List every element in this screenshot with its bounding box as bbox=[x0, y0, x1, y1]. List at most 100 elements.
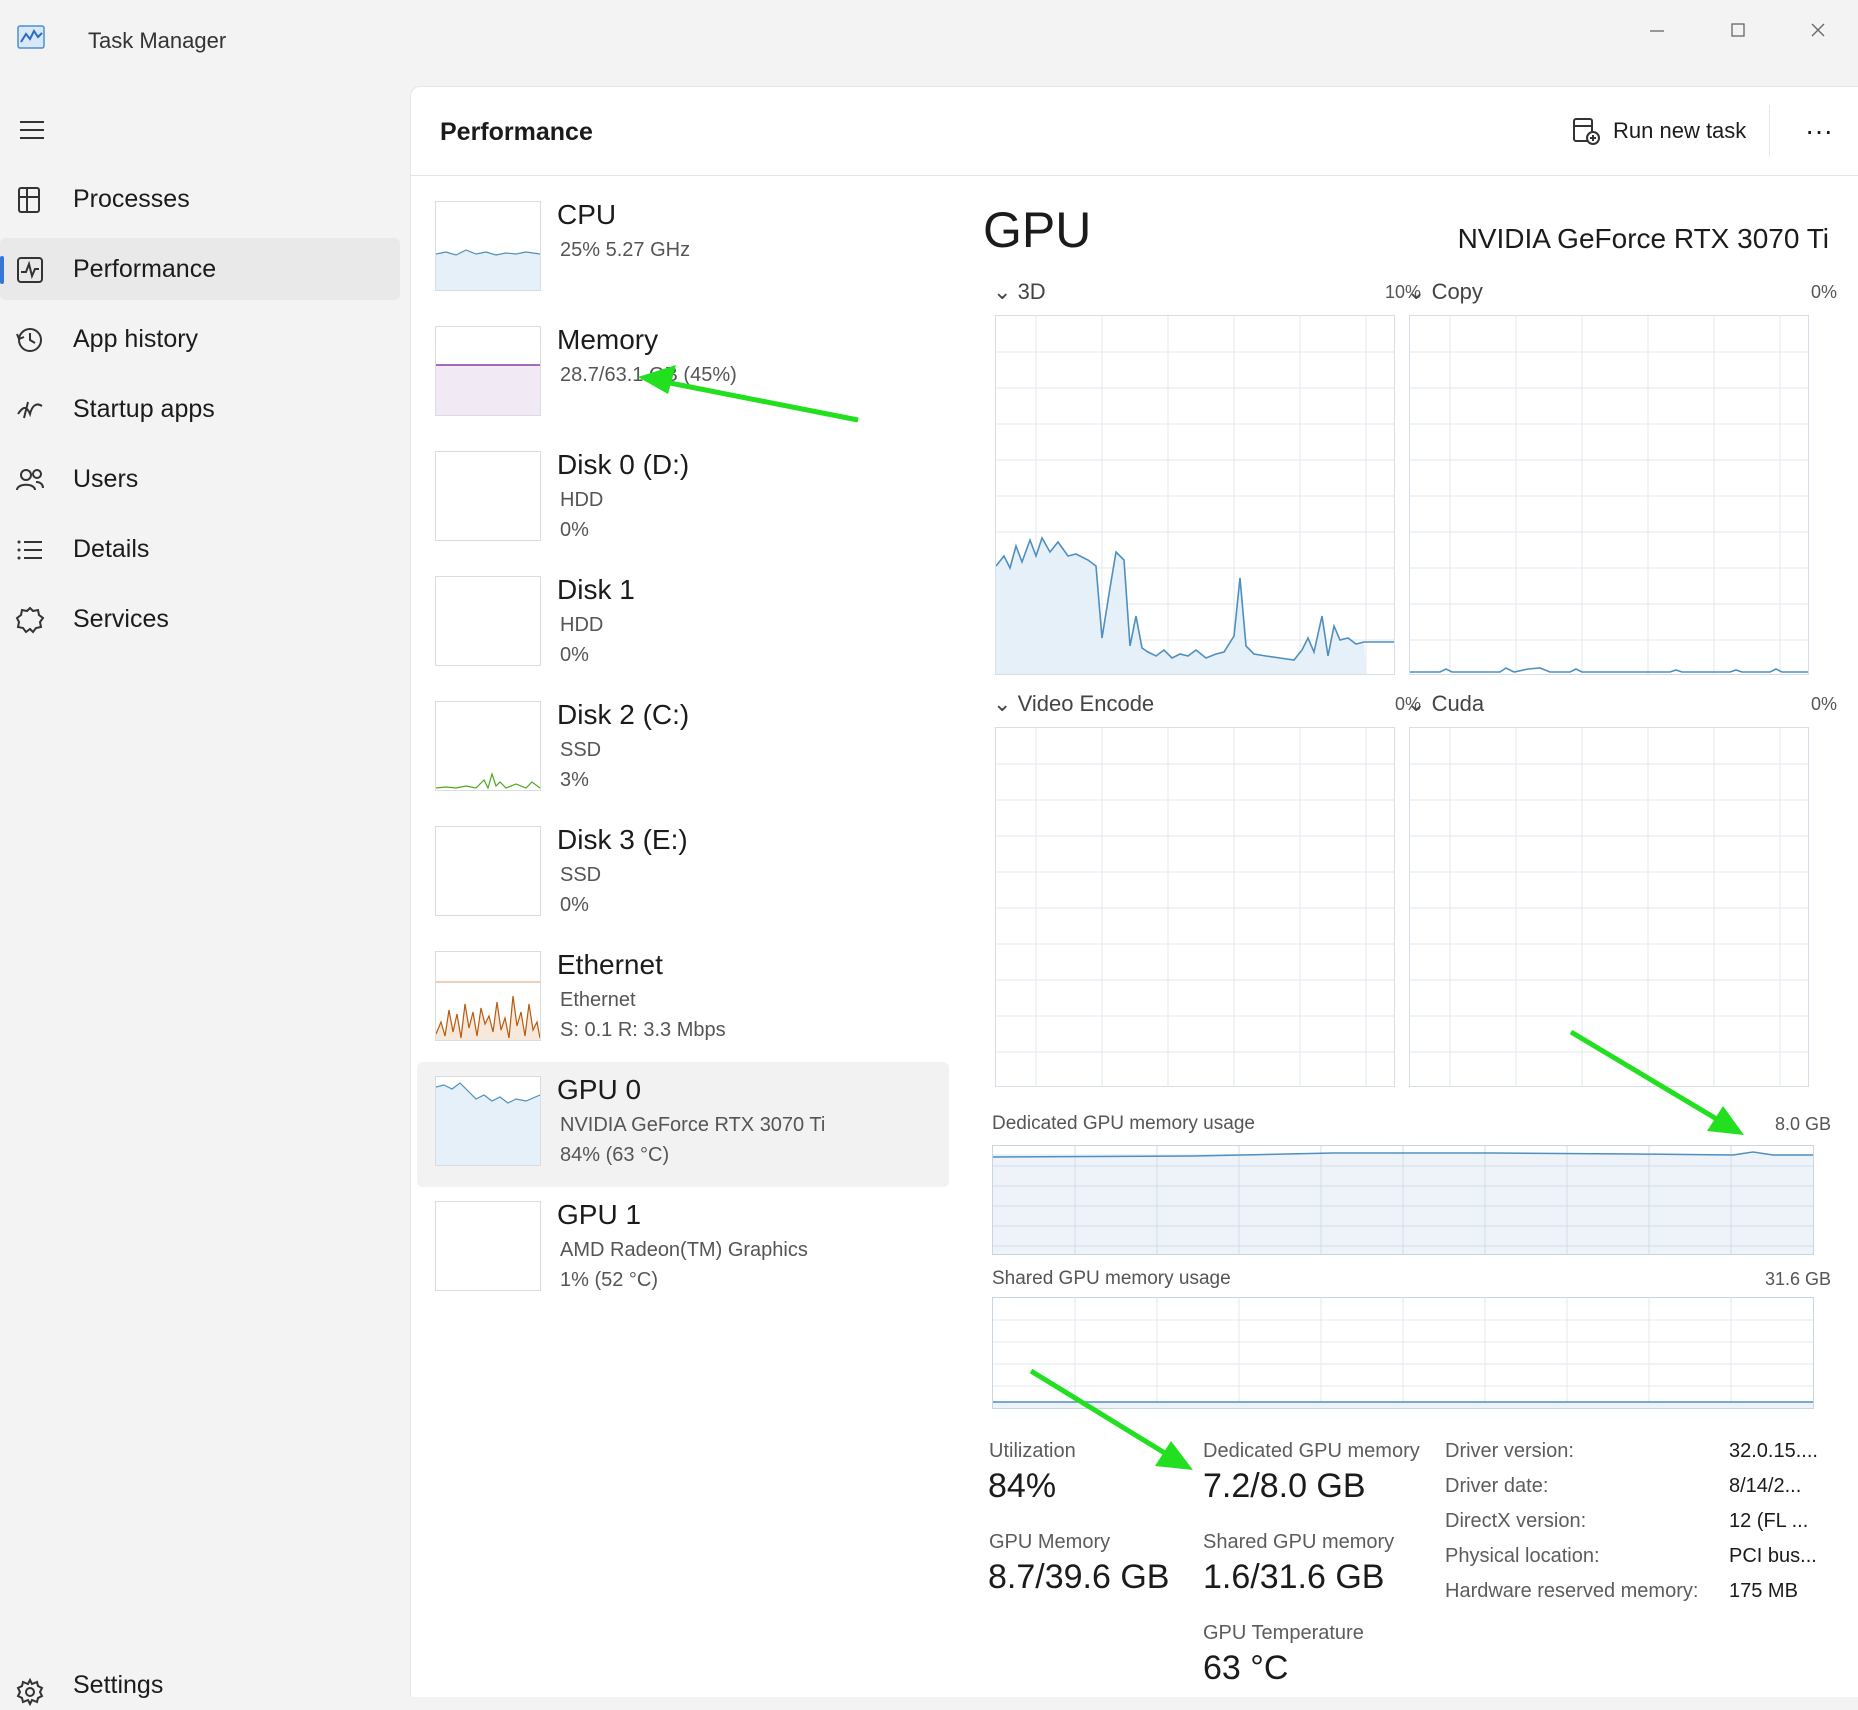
window-title: Task Manager bbox=[88, 28, 227, 53]
disk2-sparkline bbox=[436, 771, 540, 790]
resource-detail: SSD bbox=[560, 739, 602, 761]
resource-item-cpu[interactable]: CPU 25% 5.27 GHz bbox=[417, 187, 949, 312]
dedicated-memory-chart-max: 8.0 GB bbox=[1774, 1114, 1831, 1134]
engine-graph-3d bbox=[995, 315, 1395, 675]
more-options-button[interactable]: ··· bbox=[1796, 111, 1842, 151]
engine-selector-cuda[interactable]: ⌄ Cuda bbox=[1407, 691, 1484, 717]
resource-usage: 1% (52 °C) bbox=[560, 1269, 659, 1291]
users-icon bbox=[16, 469, 44, 491]
sidebar-item-startup-apps[interactable]: Startup apps bbox=[0, 378, 400, 440]
sidebar-nav: Processes Performance App history Startu… bbox=[0, 168, 400, 658]
sidebar-item-performance[interactable]: Performance bbox=[0, 238, 400, 300]
panel-header: Performance Run new task ··· bbox=[411, 87, 1858, 176]
sidebar-item-label: App history bbox=[73, 324, 199, 353]
sidebar-item-details[interactable]: Details bbox=[0, 518, 400, 580]
resource-usage: 84% (63 °C) bbox=[560, 1144, 670, 1166]
sidebar-item-label: Settings bbox=[73, 1670, 164, 1699]
resource-item-gpu0[interactable]: GPU 0 NVIDIA GeForce RTX 3070 Ti 84% (63… bbox=[417, 1062, 949, 1187]
resource-item-disk3[interactable]: Disk 3 (E:) SSD 0% bbox=[417, 812, 949, 937]
resource-item-disk2[interactable]: Disk 2 (C:) SSD 3% bbox=[417, 687, 949, 812]
gpu-temperature-label: GPU Temperature bbox=[1203, 1622, 1364, 1644]
services-icon bbox=[15, 606, 45, 634]
resource-detail: HDD bbox=[560, 489, 604, 511]
engine-selector-video-encode[interactable]: ⌄ Video Encode bbox=[993, 691, 1154, 717]
sidebar-item-label: Processes bbox=[73, 184, 190, 213]
hardware-reserved-memory-value: 175 MB bbox=[1729, 1580, 1798, 1602]
driver-date-value: 8/14/2... bbox=[1729, 1475, 1802, 1497]
directx-version-value: 12 (FL ... bbox=[1729, 1510, 1809, 1532]
resource-usage: 0% bbox=[560, 644, 589, 666]
gpu-model-name: NVIDIA GeForce RTX 3070 Ti bbox=[1457, 223, 1829, 254]
resource-name: Disk 3 (E:) bbox=[557, 824, 688, 855]
cpu-sparkline bbox=[436, 249, 540, 290]
resource-item-gpu1[interactable]: GPU 1 AMD Radeon(TM) Graphics 1% (52 °C) bbox=[417, 1187, 949, 1312]
sidebar-item-processes[interactable]: Processes bbox=[0, 168, 400, 230]
resource-name: GPU 1 bbox=[557, 1199, 642, 1230]
resource-item-ethernet[interactable]: Ethernet Ethernet S: 0.1 R: 3.3 Mbps bbox=[417, 937, 949, 1062]
sidebar-item-app-history[interactable]: App history bbox=[0, 308, 400, 370]
utilization-label: Utilization bbox=[989, 1440, 1076, 1462]
resource-name: Disk 1 bbox=[557, 574, 635, 605]
memory-thumbnail-graph bbox=[435, 326, 541, 416]
ethernet-thumbnail-graph bbox=[435, 951, 541, 1041]
shared-memory-graph-svg bbox=[993, 1298, 1813, 1408]
engine-percent: 0% bbox=[1810, 694, 1837, 714]
disk3-thumbnail-graph bbox=[435, 826, 541, 916]
dedicated-memory-label: Dedicated GPU memory bbox=[1203, 1440, 1420, 1462]
engine-cuda-graph-svg bbox=[1410, 728, 1808, 1086]
resource-usage: S: 0.1 R: 3.3 Mbps bbox=[560, 1019, 726, 1041]
dedicated-memory-graph bbox=[992, 1145, 1814, 1255]
directx-version-label: DirectX version: bbox=[1445, 1510, 1587, 1532]
resource-usage: 0% bbox=[560, 519, 589, 541]
engine-graph-copy bbox=[1409, 315, 1809, 675]
driver-version-value: 32.0.15.... bbox=[1729, 1440, 1818, 1462]
resource-item-memory[interactable]: Memory 28.7/63.1 GB (45%) bbox=[417, 312, 949, 437]
sidebar-item-settings[interactable]: Settings bbox=[0, 1660, 400, 1710]
run-new-task-button[interactable]: Run new task bbox=[1571, 113, 1746, 149]
engine-selector-3d[interactable]: ⌄ 3D bbox=[993, 279, 1046, 305]
resource-item-disk1[interactable]: Disk 1 HDD 0% bbox=[417, 562, 949, 687]
task-manager-icon bbox=[17, 25, 45, 49]
title-bar: Task Manager bbox=[0, 0, 1858, 84]
gpu-heading: GPU bbox=[983, 202, 1092, 258]
resource-name: Ethernet bbox=[557, 949, 663, 980]
resource-detail: Ethernet bbox=[560, 989, 636, 1011]
resource-name: CPU bbox=[557, 199, 617, 230]
page-title: Performance bbox=[440, 118, 593, 146]
dedicated-memory-value: 7.2/8.0 GB bbox=[1203, 1467, 1366, 1505]
sidebar-item-services[interactable]: Services bbox=[0, 588, 400, 650]
gpu1-thumbnail-graph bbox=[435, 1201, 541, 1291]
close-button[interactable] bbox=[1786, 8, 1850, 52]
header-divider bbox=[1769, 105, 1770, 157]
memory-sparkline bbox=[436, 364, 540, 415]
minimize-button[interactable] bbox=[1625, 8, 1689, 52]
resource-detail: AMD Radeon(TM) Graphics bbox=[560, 1239, 808, 1261]
chevron-down-icon: ⌄ bbox=[1407, 691, 1426, 716]
engine-selector-copy[interactable]: ⌄ Copy bbox=[1407, 279, 1483, 305]
chevron-down-icon: ⌄ bbox=[1407, 279, 1426, 304]
sidebar-item-label: Services bbox=[73, 604, 169, 633]
resource-usage: 3% bbox=[560, 769, 589, 791]
engine-video-encode-graph-svg bbox=[996, 728, 1394, 1086]
resource-list: CPU 25% 5.27 GHz Memory 28.7/63.1 GB (45… bbox=[417, 187, 949, 1312]
startup-apps-icon bbox=[17, 401, 43, 419]
resource-name: Disk 0 (D:) bbox=[557, 449, 690, 480]
menu-button[interactable] bbox=[10, 110, 54, 150]
engine-percent: 0% bbox=[1810, 282, 1837, 302]
minimize-icon bbox=[1650, 30, 1664, 32]
processes-icon bbox=[18, 187, 40, 213]
ethernet-sparkline bbox=[436, 981, 540, 1040]
shared-memory-label: Shared GPU memory bbox=[1203, 1531, 1395, 1553]
resource-detail: 28.7/63.1 GB (45%) bbox=[560, 364, 737, 386]
settings-gear-icon bbox=[16, 1677, 44, 1707]
maximize-button[interactable] bbox=[1706, 8, 1770, 52]
driver-version-label: Driver version: bbox=[1445, 1440, 1574, 1462]
gpu-temperature-value: 63 °C bbox=[1203, 1649, 1289, 1687]
sidebar-item-label: Details bbox=[73, 534, 150, 563]
resource-item-disk0[interactable]: Disk 0 (D:) HDD 0% bbox=[417, 437, 949, 562]
gpu0-sparkline bbox=[436, 1082, 540, 1165]
sidebar-item-users[interactable]: Users bbox=[0, 448, 400, 510]
resource-detail: 25% 5.27 GHz bbox=[560, 239, 691, 261]
utilization-value: 84% bbox=[988, 1467, 1057, 1505]
resource-detail: HDD bbox=[560, 614, 604, 636]
